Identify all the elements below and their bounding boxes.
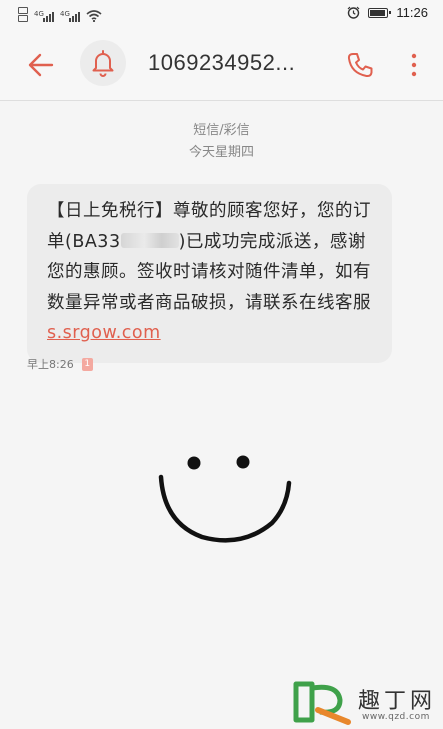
network-type-label: 4G [34,10,44,18]
wifi-icon [86,10,102,22]
status-bar-left: 4G 4G [18,4,102,22]
message-link[interactable]: s.srgow.com [47,323,161,343]
bell-icon [92,50,114,77]
contact-number: 1069234952... [148,50,296,75]
status-bar: 4G 4G 11:26 [0,0,443,28]
conversation-meta: 短信/彩信 今天星期四 [0,120,443,164]
conversation-header: 1069234952... [0,28,443,101]
network-type-label: 4G [60,10,70,18]
message-time: 早上8:26 [27,358,74,371]
battery-icon [368,7,392,18]
redacted-order-number [120,232,179,248]
phone-icon[interactable] [345,50,375,80]
channel-label: 短信/彩信 [193,123,250,138]
smiley-drawing [158,455,292,543]
dual-sim-icon [18,7,28,22]
alarm-clock-icon [347,6,360,19]
more-vert-icon[interactable] [403,50,425,80]
watermark-url: www.qzd.com [362,712,430,722]
sim-card-badge: 1 [81,357,93,371]
message-timestamp-row: 早上8:26 1 [27,356,93,372]
status-bar-right: 11:26 [347,5,428,20]
watermark-brand: 趣丁网 [358,689,437,714]
signal-strength-icon-sim1: 4G [34,10,54,22]
notification-toggle-button[interactable] [80,40,126,86]
back-arrow-icon[interactable] [26,50,56,80]
status-time: 11:26 [396,5,428,20]
message-bubble[interactable]: 【日上免税行】尊敬的顾客您好，您的订单(BA33)已成功完成派送，感谢您的惠顾。… [27,184,392,363]
signal-strength-icon-sim2: 4G [60,10,80,22]
date-label: 今天星期四 [188,145,254,160]
